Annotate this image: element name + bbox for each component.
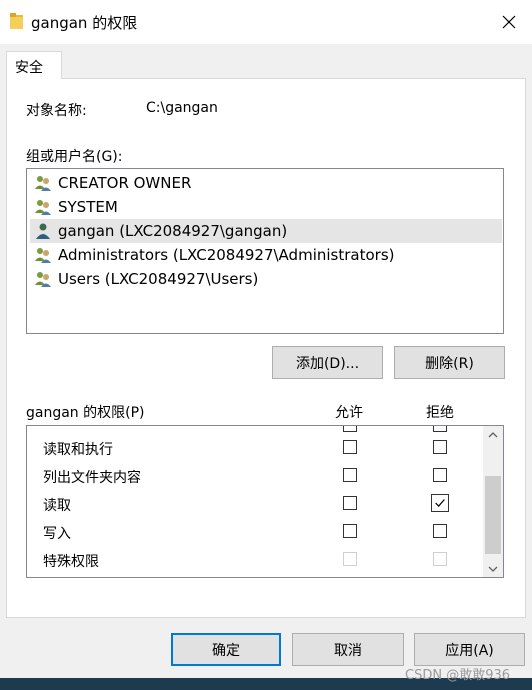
group-user-list[interactable]: CREATOR OWNER SYSTEM gangan (LXC2084927\… <box>26 168 504 334</box>
allow-checkbox[interactable] <box>343 524 357 538</box>
ok-button[interactable]: 确定 <box>171 633 281 666</box>
user-group-icon <box>35 200 51 215</box>
list-item-label: CREATOR OWNER <box>58 174 192 192</box>
allow-checkbox[interactable] <box>343 440 357 454</box>
allow-checkbox[interactable] <box>343 496 357 510</box>
scroll-up-button[interactable] <box>483 426 503 443</box>
tab-security[interactable]: 安全 <box>6 51 62 79</box>
allow-checkbox[interactable] <box>343 426 357 432</box>
add-button[interactable]: 添加(D)... <box>272 346 383 379</box>
list-item-label: Users (LXC2084927\Users) <box>58 270 259 288</box>
scroll-down-button[interactable] <box>483 560 503 577</box>
user-icon <box>36 223 50 239</box>
list-item-label: Administrators (LXC2084927\Administrator… <box>58 246 395 264</box>
user-group-icon <box>35 248 51 263</box>
permission-row: 读取 <box>27 490 483 518</box>
close-icon <box>502 15 516 29</box>
permissions-scrollbar[interactable] <box>483 426 503 577</box>
permission-row: 列出文件夹内容 <box>27 462 483 490</box>
user-group-icon <box>35 176 51 191</box>
apply-button[interactable]: 应用(A) <box>414 633 525 666</box>
permission-name: 列出文件夹内容 <box>43 470 141 486</box>
chevron-down-icon <box>488 566 498 572</box>
watermark: CSDN @敢敢936 <box>405 668 511 683</box>
list-item-label: SYSTEM <box>58 198 118 216</box>
permissions-label: gangan 的权限(P) <box>26 405 145 421</box>
folder-icon <box>10 13 23 29</box>
object-name-value: C:\gangan <box>146 100 218 116</box>
cancel-button[interactable]: 取消 <box>292 633 404 666</box>
permission-name: 写入 <box>43 526 71 542</box>
user-group-icon <box>35 272 51 287</box>
permission-name: 特殊权限 <box>43 554 99 570</box>
list-item-label: gangan (LXC2084927\gangan) <box>58 222 288 240</box>
deny-checkbox[interactable] <box>433 440 447 454</box>
allow-checkbox[interactable] <box>343 468 357 482</box>
group-list-label: 组或用户名(G): <box>26 149 123 165</box>
deny-checkbox-checked[interactable] <box>431 494 449 512</box>
chevron-up-icon <box>488 431 498 437</box>
allow-column-header: 允许 <box>335 405 363 421</box>
deny-column-header: 拒绝 <box>426 405 454 421</box>
permission-name: 读取和执行 <box>43 442 113 458</box>
list-item[interactable]: CREATOR OWNER <box>30 171 502 195</box>
scroll-thumb[interactable] <box>485 476 501 554</box>
allow-checkbox-disabled <box>343 552 357 566</box>
checkmark-icon <box>435 499 445 507</box>
window-title: gangan 的权限 <box>31 14 138 32</box>
remove-button[interactable]: 删除(R) <box>394 346 505 379</box>
deny-checkbox[interactable] <box>433 426 447 432</box>
permission-row: 读取和执行 <box>27 434 483 462</box>
permission-row: 特殊权限 <box>27 546 483 574</box>
title-bar: gangan 的权限 <box>0 0 532 44</box>
deny-checkbox[interactable] <box>433 468 447 482</box>
tab-security-label: 安全 <box>15 60 43 76</box>
object-name-label: 对象名称: <box>26 103 87 119</box>
deny-checkbox[interactable] <box>433 524 447 538</box>
permissions-list[interactable]: 读取和执行 列出文件夹内容 读取 写入 特殊权限 <box>26 425 504 578</box>
deny-checkbox-disabled <box>433 552 447 566</box>
list-item-selected[interactable]: gangan (LXC2084927\gangan) <box>30 219 502 243</box>
permission-row: 写入 <box>27 518 483 546</box>
list-item[interactable]: Administrators (LXC2084927\Administrator… <box>30 243 502 267</box>
close-button[interactable] <box>486 0 532 44</box>
permission-name: 读取 <box>43 498 71 514</box>
list-item[interactable]: Users (LXC2084927\Users) <box>30 267 502 291</box>
list-item[interactable]: SYSTEM <box>30 195 502 219</box>
